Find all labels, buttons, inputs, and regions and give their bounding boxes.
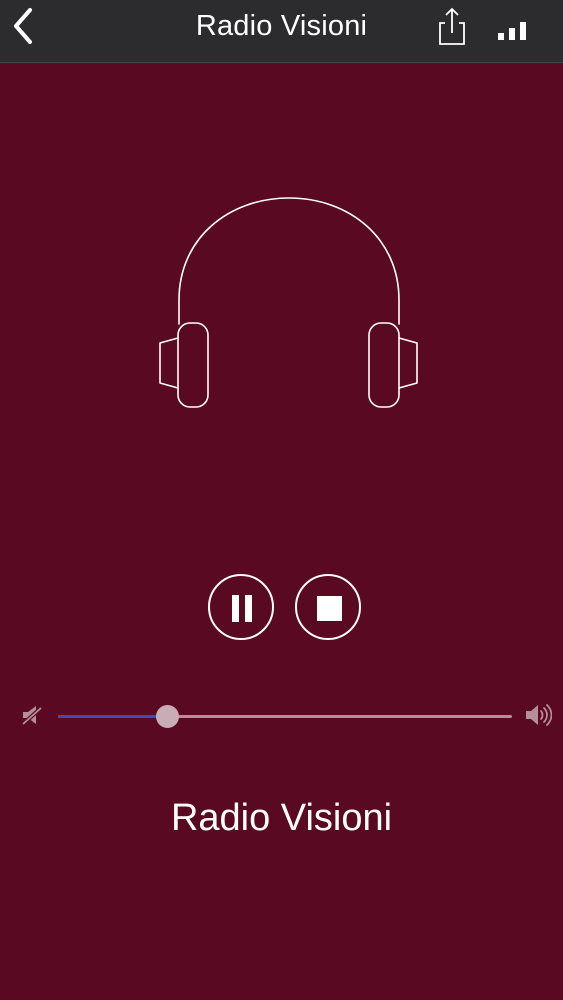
stop-icon [317,596,342,621]
volume-mute-icon [20,705,44,727]
pause-icon-bar-right [245,595,252,622]
stop-button[interactable] [295,574,361,640]
signal-bars-icon [498,22,526,40]
volume-max-icon [526,704,552,726]
nav-bar: Radio Visioni [0,0,563,63]
share-icon [439,7,465,45]
pause-icon-bar-left [232,595,239,622]
page-title: Radio Visioni [195,10,368,42]
pause-button[interactable] [208,574,274,640]
share-button[interactable] [434,6,470,48]
station-name: Radio Visioni [170,797,393,839]
volume-slider[interactable] [58,704,512,728]
headphones-icon [159,197,418,408]
volume-slider-thumb[interactable] [155,705,179,728]
volume-slider-fill [58,715,167,718]
